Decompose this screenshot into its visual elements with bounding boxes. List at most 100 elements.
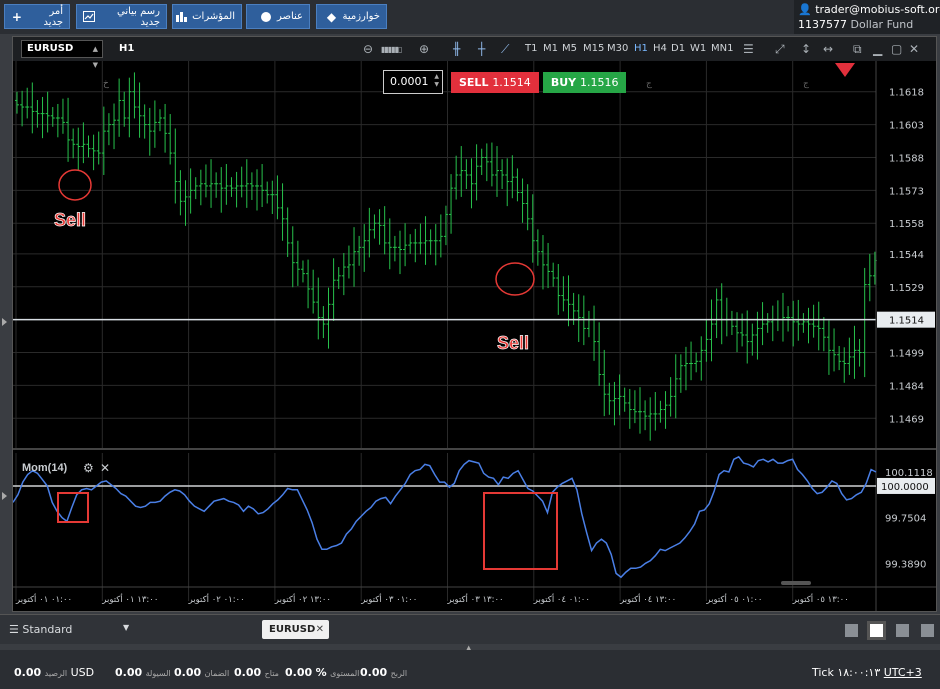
account-number: 1137577 [798, 18, 847, 31]
price-bar [117, 78, 122, 137]
price-bar [198, 169, 203, 206]
price-bar [20, 90, 25, 127]
line-chart-type-icon[interactable]: ⟋ [501, 42, 509, 57]
indicator-axis: 100.1118 100.0000 99.7504 99.3890 [877, 468, 935, 570]
layout-select-value: Standard [22, 623, 73, 636]
buy-label: BUY [550, 76, 577, 89]
timezone-select[interactable]: UTC+3 [884, 666, 922, 679]
indicator-settings-icon[interactable]: ⚙ [83, 461, 94, 475]
price-bar [837, 345, 842, 371]
timeframe-h4[interactable]: H4 [653, 43, 667, 54]
current-price-label: 1.1514 [889, 316, 924, 327]
buy-button[interactable]: BUY 1.1516 [542, 72, 627, 93]
account-fund: Dollar Fund [850, 18, 914, 31]
price-bar [122, 91, 127, 127]
price-bar [367, 207, 372, 258]
maximize-window-icon[interactable]: ▢ [891, 42, 902, 56]
minimize-window-icon[interactable]: ▁ [873, 42, 882, 56]
price-bar [35, 100, 40, 128]
chart-window: EURUSD ▲ ▼ H1 ⊖ ▮▮▮▮▮▯ ⊕ ╫ ┼ ⟋ T1 M1 M5 M15 M… [12, 36, 937, 612]
price-bar [653, 392, 658, 431]
price-bar [311, 269, 316, 314]
price-bar [331, 258, 336, 321]
layout-grid-button[interactable] [867, 621, 886, 640]
momentum-tick-label: 99.3890 [885, 559, 926, 570]
candle-chart-type-icon[interactable]: ┼ [478, 42, 485, 56]
price-tick-label: 1.1588 [889, 153, 924, 164]
price-bar [597, 322, 602, 386]
indicators-button[interactable]: المؤشرات [172, 4, 242, 29]
price-bar [617, 374, 622, 416]
layout-vertical-button[interactable] [896, 624, 909, 637]
price-bar [586, 310, 591, 338]
bar-chart-type-icon[interactable]: ╫ [453, 42, 460, 56]
timeframe-t1[interactable]: T1 [525, 43, 537, 54]
objects-button[interactable]: عناصر [246, 4, 310, 29]
timeframe-mn1[interactable]: MN1 [711, 43, 733, 54]
menu-icon: ☰ [9, 623, 19, 636]
timeframe-h1[interactable]: H1 [634, 43, 648, 54]
chart-grid [13, 61, 876, 449]
price-bar [694, 352, 699, 373]
zoom-slider[interactable]: ▮▮▮▮▮▯ [381, 45, 402, 54]
account-panel[interactable]: 👤 trader@mobius-soft.org 1137577 Dollar … [794, 0, 940, 34]
shapes-icon [260, 11, 272, 23]
caret-down-icon: ▼ [123, 623, 130, 632]
algorithm-button[interactable]: خوارزمية ◆ [316, 4, 387, 29]
price-bar [724, 297, 729, 337]
time-tick-label: ٠١:٠٠ ٠٢ أكتوبر [188, 593, 245, 605]
zoom-in-icon[interactable]: ⊕ [419, 42, 429, 56]
new-chart-label: رسم بياني جديد [116, 5, 160, 28]
new-order-button[interactable]: أمر جديد + [4, 4, 70, 29]
time-tick-label: ١٣:٠٠ ٠٥ أكتوبر [792, 593, 849, 605]
price-bar [188, 168, 193, 214]
trendline-tool-icon[interactable]: ⤢ [775, 42, 785, 57]
price-tick-label: 1.1573 [889, 186, 924, 197]
user-icon: 👤 [798, 3, 812, 16]
timeframe-m5[interactable]: M5 [562, 43, 577, 54]
price-bar [163, 103, 168, 153]
layout-single-button[interactable] [845, 624, 858, 637]
timeframe-m30[interactable]: M30 [607, 43, 628, 54]
layout-select[interactable]: ☰ Standard ▼ [9, 623, 129, 636]
price-bar [576, 294, 581, 343]
new-chart-button[interactable]: رسم بياني جديد [76, 4, 167, 29]
lot-size-input[interactable]: 0.0001 ▲ ▼ [383, 70, 443, 94]
horizontal-line-tool-icon[interactable]: ↔ [823, 42, 833, 56]
chart-canvas[interactable]: 1.1618 1.1603 1.1588 1.1573 1.1558 1.1544 1.15… [13, 61, 936, 611]
price-bar [60, 98, 65, 134]
price-tick-label: 1.1618 [889, 88, 924, 99]
vertical-line-tool-icon[interactable]: ↕ [801, 42, 811, 56]
price-bar [520, 178, 525, 223]
sell-button[interactable]: SELL 1.1514 [451, 72, 539, 93]
price-bar [469, 158, 474, 209]
price-bar [397, 230, 402, 275]
zoom-out-icon[interactable]: ⊖ [363, 42, 373, 56]
symbol-select[interactable]: EURUSD ▲ ▼ [21, 40, 103, 69]
price-bar [515, 168, 520, 202]
indicator-menu-icon[interactable]: ☰ [743, 42, 754, 56]
price-bar [295, 240, 300, 286]
symbol-tab[interactable]: EURUSD ✕ [262, 620, 329, 639]
tab-close-icon[interactable]: ✕ [316, 620, 324, 639]
close-window-icon[interactable]: ✕ [909, 42, 919, 56]
detach-window-icon[interactable]: ⧉ [853, 42, 862, 57]
price-bar [735, 312, 740, 353]
price-bar [413, 228, 418, 263]
price-bar [91, 134, 96, 171]
timeframe-m1[interactable]: M1 [543, 43, 558, 54]
timeframe-w1[interactable]: W1 [690, 43, 706, 54]
timeframe-m15[interactable]: M15 [583, 43, 604, 54]
price-bar [285, 207, 290, 257]
equity-value: 0.00 [115, 666, 143, 679]
layout-horizontal-button[interactable] [921, 624, 934, 637]
spin-arrows-icon[interactable]: ▲ ▼ [434, 73, 439, 89]
timeframe-d1[interactable]: D1 [671, 43, 685, 54]
indicators-label: المؤشرات [192, 11, 235, 22]
price-bar [464, 159, 469, 190]
chart-scrollbar[interactable] [781, 581, 811, 585]
price-bar [673, 354, 678, 419]
indicator-close-icon[interactable]: ✕ [100, 461, 110, 475]
price-bar [459, 146, 464, 197]
price-bar [300, 260, 305, 283]
